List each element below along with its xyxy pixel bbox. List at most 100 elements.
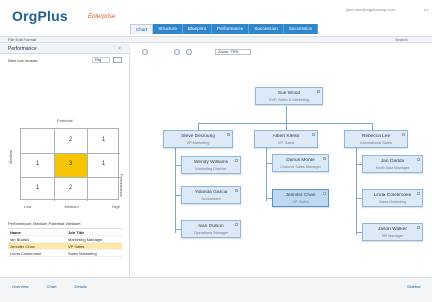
node-name: Rebecca Lee (361, 134, 391, 139)
org-chart-canvas: Zoom: 75% Sue Wood SVP, Sales & Marketin… (130, 44, 432, 277)
matrix-bottom-label: High (111, 204, 120, 209)
matrix-value[interactable]: 2 (54, 185, 87, 191)
bottom-bar: Overview Chart Details Sidebar (0, 277, 432, 302)
org-node-yolanda-garcia[interactable]: Yolanda Garcia Accountant (181, 186, 241, 204)
bottom-link[interactable]: Details (74, 284, 86, 289)
tab-blueprint[interactable]: Blueprint (182, 24, 213, 34)
node-title: VP, Sales (277, 141, 295, 145)
table-cell-title: Marketing Manager (68, 237, 103, 242)
matrix-value[interactable]: 1 (21, 185, 54, 191)
node-title: HR Manager (381, 234, 404, 238)
table-row[interactable]: Linda Colebrooke Sales Marketing (8, 250, 122, 257)
node-name: Wendy Williams (193, 160, 229, 165)
table-row-selected[interactable]: Jennifer Chan VP Sales (8, 243, 122, 250)
root-connector (286, 106, 287, 123)
panel-header: Performance × (0, 44, 130, 54)
node-title: International Sales (360, 141, 392, 145)
org-node-rebecca-lee[interactable]: Rebecca Lee International Sales (344, 130, 408, 148)
left-child-connector (175, 148, 176, 233)
search-link[interactable]: Search (395, 37, 408, 43)
org-node-jan-gadda[interactable]: Jan Gadda North Asia Manager (362, 155, 423, 173)
matrix-bottom-label: Low (24, 204, 32, 209)
node-name: Yolanda Garcia (194, 190, 228, 195)
matrix-value[interactable]: 2 (54, 137, 87, 143)
node-name: Linda Colebrooke (373, 193, 412, 198)
node-title: VP Marketing (186, 141, 210, 145)
zoom-in-icon[interactable] (186, 49, 192, 55)
table-header-row: Name Job Title (8, 229, 122, 236)
org-node-darius-monte[interactable]: Darius Monte Channel Sales Manager (272, 154, 329, 172)
close-icon[interactable]: × (118, 46, 121, 52)
org-node-steve-decloung[interactable]: Steve Decloung VP Marketing (163, 130, 233, 148)
user-email[interactable]: jane.doe@orgpluscorp.com (346, 7, 395, 12)
matrix-value[interactable]: 1 (21, 161, 54, 167)
node-title: North Asia Manager (375, 166, 410, 170)
matrix-divider (21, 153, 120, 154)
left-branch-connector (198, 123, 199, 130)
view-icon[interactable] (113, 57, 122, 63)
table-cell-name: Ian Budish (10, 237, 29, 242)
right-branch-connector (372, 123, 373, 130)
node-name: Albert Kleiss (272, 134, 300, 139)
matrix-value[interactable]: 3 (54, 161, 87, 167)
org-node-jason-walker[interactable]: Jason Walker HR Manager (362, 223, 423, 241)
middle-child-connector (266, 148, 267, 201)
node-name: Jennifer Chan (285, 193, 316, 198)
table-cell-name: Linda Colebrooke (10, 251, 42, 256)
matrix-value[interactable]: 1 (87, 137, 120, 143)
node-name: Ivan Dulson (198, 224, 224, 229)
menu-text[interactable]: File Edit Format (8, 37, 36, 43)
chart-tools: Zoom: 75% (142, 49, 262, 56)
zoom-out-icon[interactable] (142, 49, 148, 55)
tab-succession[interactable]: Succession (249, 24, 284, 34)
node-title: VP, Sales (292, 200, 309, 204)
user-menu-extra[interactable]: Lo (424, 7, 428, 12)
view-select[interactable]: Rtg (92, 57, 110, 63)
tab-succession-2[interactable]: Succession (283, 24, 319, 34)
bottom-link[interactable]: Overview (12, 284, 29, 289)
matrix-bottom-label: Medium (64, 204, 79, 209)
top-header: OrgPlus Enterprise jane.doe@orgpluscorp.… (0, 0, 432, 34)
panel-title: Performance (8, 46, 37, 52)
node-title: SVP, Sales & Marketing (268, 98, 310, 102)
node-title: Channel Sales Manager (280, 165, 321, 169)
matrix-left-label: Medium (8, 149, 13, 164)
bottom-link[interactable]: Chart (47, 284, 57, 289)
zoom-select[interactable]: Zoom: 75% (215, 49, 251, 55)
nine-box-matrix: Potential Medium Performance 2 1 1 3 1 1… (8, 118, 127, 209)
org-node-albert-kleiss[interactable]: Albert Kleiss VP, Sales (254, 130, 318, 148)
employee-table: Name Job Title Ian Budish Marketing Mana… (8, 228, 122, 257)
table-cell-title: Sales Marketing (68, 251, 97, 256)
org-node-wendy-williams[interactable]: Wendy Williams Marketing Director (181, 156, 241, 174)
org-node-ivan-dulson[interactable]: Ivan Dulson Operations Manager (181, 220, 241, 238)
matrix-value[interactable]: 1 (87, 161, 120, 167)
node-name: Jan Gadda (380, 159, 405, 164)
fit-icon[interactable] (174, 49, 180, 55)
matrix-grid: 2 1 1 3 1 1 2 (20, 128, 120, 201)
left-panel: Performance × Nine box mosaic Rtg Potent… (0, 44, 130, 277)
matrix-bottom-labels: Low Medium High (24, 204, 120, 209)
node-title: Sales Marketing (378, 200, 407, 204)
toolbar: File Edit Format Search (0, 36, 432, 43)
org-node-jennifer-chan[interactable]: Jennifer Chan VP, Sales (272, 189, 329, 207)
node-title: Accountant (201, 197, 221, 201)
table-cell-title: VP Sales (68, 244, 85, 249)
org-node-linda-colebrooke[interactable]: Linda Colebrooke Sales Marketing (362, 189, 423, 207)
sidebar-link[interactable]: Sidebar (407, 284, 421, 289)
node-title: Operations Manager (193, 231, 229, 235)
table-cell-name: Jennifer Chan (10, 244, 35, 249)
app-logo: OrgPlus (12, 8, 68, 24)
node-name: Jason Walker (378, 227, 407, 232)
view-label: Nine box mosaic (8, 58, 38, 63)
node-name: Steve Decloung (181, 134, 215, 139)
org-node-sue-wood[interactable]: Sue Wood SVP, Sales & Marketing (255, 87, 323, 105)
filter-text: Performance: Medium Potential: Medium (8, 221, 81, 226)
matrix-divider (21, 177, 120, 178)
matrix-top-label: Potential (57, 118, 73, 123)
node-title: Marketing Director (195, 167, 227, 171)
table-row[interactable]: Ian Budish Marketing Manager (8, 236, 122, 243)
app-edition: Enterprise (88, 14, 116, 20)
tab-chart[interactable]: Chart (130, 24, 154, 34)
tab-structure[interactable]: Structure (153, 24, 183, 34)
tab-performance[interactable]: Performance (212, 24, 250, 34)
